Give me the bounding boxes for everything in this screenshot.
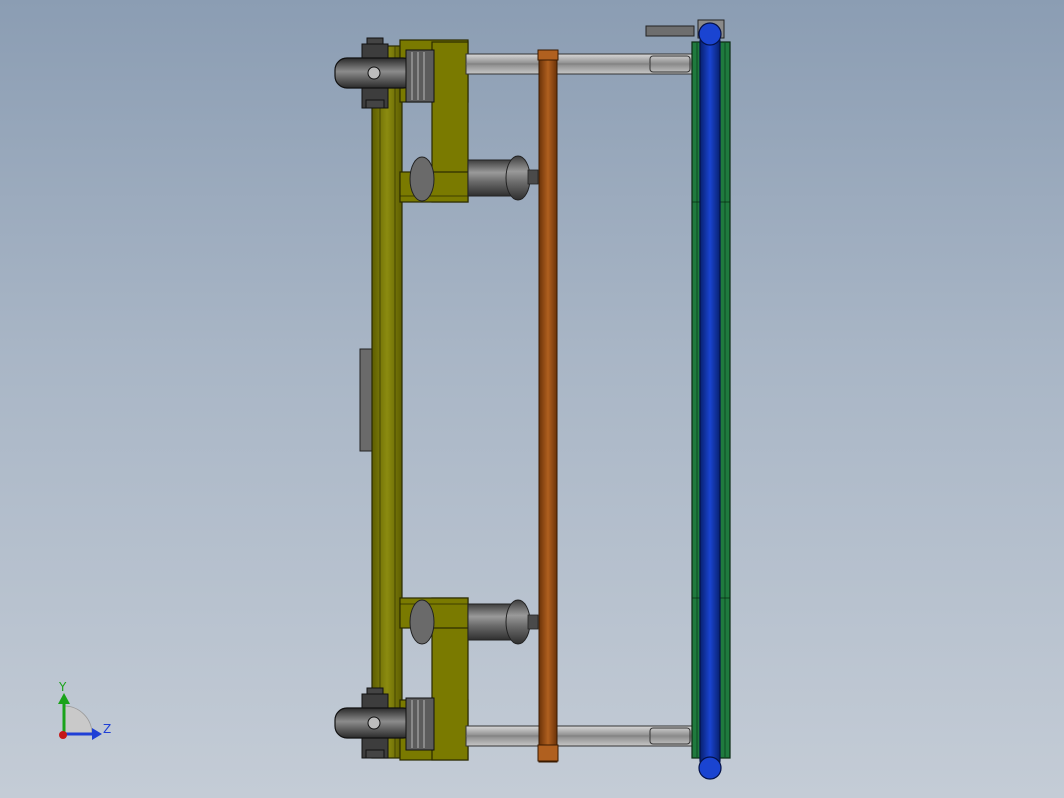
top-roller[interactable]	[409, 155, 539, 202]
z-axis-arrowhead	[92, 728, 102, 740]
top-tube[interactable]	[465, 53, 695, 75]
bottom-caster-wheel[interactable]	[334, 687, 435, 759]
z-axis-label: Z	[103, 722, 111, 736]
copper-rod[interactable]	[537, 49, 559, 763]
coordinate-triad: Y Z	[58, 680, 111, 740]
top-arm[interactable]	[645, 25, 695, 37]
bottom-roller[interactable]	[409, 599, 539, 645]
frame-beam[interactable]	[371, 45, 403, 759]
bottom-tube[interactable]	[465, 725, 695, 747]
cad-viewport[interactable]: Y Z	[0, 0, 1064, 798]
x-axis-dot	[59, 731, 67, 739]
y-axis-arrowhead	[58, 693, 70, 704]
y-axis-label: Y	[58, 680, 67, 694]
blue-belt[interactable]	[697, 19, 725, 780]
